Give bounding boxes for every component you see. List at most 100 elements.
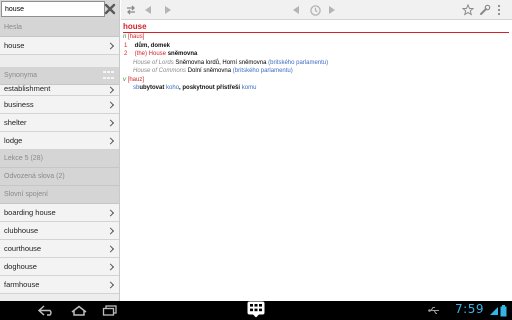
sense-line: 1 dům, domek bbox=[123, 42, 511, 51]
noun-header: n [haus] bbox=[123, 33, 511, 42]
section-header-lekce[interactable]: Lekce 5 (28) bbox=[0, 150, 119, 168]
arrow-left-icon bbox=[293, 6, 299, 14]
list-item[interactable]: courthouse bbox=[0, 240, 119, 258]
phrase-czech: Dolní sněmovna bbox=[187, 68, 232, 74]
chevron-right-icon bbox=[106, 136, 115, 145]
system-navigation-bar: 7:59 bbox=[0, 301, 512, 320]
sense-number: 1 bbox=[124, 42, 128, 49]
arrow-left-icon bbox=[145, 6, 151, 14]
swap-icon bbox=[127, 5, 135, 15]
list-item-label: boarding house bbox=[4, 208, 56, 217]
toolbar bbox=[121, 0, 512, 20]
sense-number: 2 bbox=[124, 51, 128, 57]
list-item-label: doghouse bbox=[4, 262, 37, 271]
pronunciation: [hauz] bbox=[127, 76, 145, 83]
list-item-label: shelter bbox=[4, 118, 27, 127]
chevron-right-icon bbox=[106, 262, 115, 271]
wifi-status bbox=[489, 303, 499, 318]
swap-direction-button[interactable] bbox=[125, 3, 137, 17]
list-item[interactable]: shelter bbox=[0, 114, 119, 132]
list-item[interactable]: farmhouse bbox=[0, 276, 119, 294]
translation: , poskytnout přístřeší bbox=[179, 85, 241, 91]
list-item-label: courthouse bbox=[4, 244, 42, 253]
usb-icon bbox=[428, 306, 439, 315]
arrow-right-icon bbox=[165, 6, 171, 14]
part-of-speech: v bbox=[123, 76, 126, 83]
battery-icon bbox=[500, 304, 507, 316]
search-bar bbox=[0, 0, 119, 19]
sense-line: sbubytovat koho, poskytnout přístřeší ko… bbox=[123, 84, 511, 93]
chevron-right-icon bbox=[106, 41, 115, 50]
battery-status bbox=[500, 303, 507, 318]
arrow-right-icon bbox=[329, 6, 335, 14]
back-arrow-icon bbox=[38, 305, 52, 316]
home-nav-button[interactable] bbox=[70, 303, 88, 318]
section-header-odvozena[interactable]: Odvozená slova (2) bbox=[0, 168, 119, 186]
translation: sněmovna bbox=[167, 51, 198, 57]
list-item[interactable]: doghouse bbox=[0, 258, 119, 276]
entry-headword: house bbox=[123, 21, 509, 33]
list-item[interactable]: establishment bbox=[0, 84, 119, 96]
list-item-label: house bbox=[4, 41, 25, 50]
wifi-icon bbox=[490, 307, 498, 315]
clear-search-button[interactable] bbox=[103, 1, 117, 17]
chevron-right-icon bbox=[106, 86, 115, 94]
phrase-english: House of Commons bbox=[133, 68, 187, 74]
back-nav-button[interactable] bbox=[38, 303, 56, 318]
part-of-speech: n bbox=[123, 34, 127, 40]
list-item-label: lodge bbox=[4, 136, 23, 145]
dictionary-entry: house n [haus] 1 dům, domek 2 (the) Hous… bbox=[123, 21, 511, 301]
home-icon bbox=[71, 305, 87, 316]
list-item[interactable]: lodge bbox=[0, 132, 119, 150]
wrench-icon bbox=[480, 4, 491, 15]
favorite-button[interactable] bbox=[462, 3, 474, 17]
phrase-note: (britského parlamentu) bbox=[232, 68, 293, 74]
grid-view-icon[interactable] bbox=[103, 71, 115, 81]
phrase-note: (britského parlamentu) bbox=[268, 59, 329, 66]
chevron-right-icon bbox=[106, 244, 115, 253]
chevron-right-icon bbox=[106, 118, 115, 127]
chevron-right-icon bbox=[106, 226, 115, 235]
section-header-slovni: Slovní spojení bbox=[0, 186, 119, 204]
list-item[interactable]: business bbox=[0, 96, 119, 114]
apps-grid-icon bbox=[247, 301, 265, 318]
chevron-right-icon bbox=[106, 208, 115, 217]
history-forward-button[interactable] bbox=[329, 3, 335, 17]
close-icon bbox=[104, 3, 116, 15]
section-header-label: Synonyma bbox=[4, 72, 38, 79]
list-item[interactable]: house bbox=[0, 37, 119, 55]
sense-prefix: (the) House bbox=[134, 51, 167, 57]
app-drawer-button[interactable] bbox=[247, 301, 265, 318]
section-header-synonyma: Synonyma bbox=[0, 67, 119, 85]
chevron-right-icon bbox=[106, 100, 115, 109]
recent-apps-icon bbox=[102, 305, 117, 316]
translation: dům, domek bbox=[134, 42, 171, 49]
status-clock: 7:59 bbox=[455, 302, 484, 316]
section-header-hesla: Hesla bbox=[0, 19, 119, 37]
chevron-right-icon bbox=[106, 280, 115, 289]
list-item[interactable]: boarding house bbox=[0, 204, 119, 222]
settings-button[interactable] bbox=[479, 3, 491, 17]
forward-button[interactable] bbox=[165, 3, 171, 17]
search-input[interactable] bbox=[1, 1, 105, 17]
phrase-line: House of Lords Sněmovna lordů, Horní sně… bbox=[123, 59, 511, 68]
history-button[interactable] bbox=[309, 3, 322, 17]
menu-button[interactable] bbox=[496, 3, 502, 17]
list-item-label: business bbox=[4, 100, 34, 109]
left-panel: Hesla house Synonyma establishment busin… bbox=[0, 0, 120, 301]
list-item-label: establishment bbox=[4, 84, 51, 93]
history-back-button[interactable] bbox=[293, 3, 299, 17]
translation: ubytovat bbox=[139, 85, 165, 91]
history-icon bbox=[310, 4, 321, 16]
list-item[interactable]: clubhouse bbox=[0, 222, 119, 240]
phrase-czech: Sněmovna lordů, Horní sněmovna bbox=[175, 59, 267, 66]
recent-apps-nav-button[interactable] bbox=[102, 303, 118, 318]
verb-header: v [hauz] bbox=[123, 76, 511, 85]
phrase-line: House of Commons Dolní sněmovna (britské… bbox=[123, 67, 511, 76]
pronunciation: [haus] bbox=[128, 34, 145, 40]
back-button[interactable] bbox=[145, 3, 151, 17]
list-item-label: farmhouse bbox=[4, 280, 40, 289]
object-hint: komu bbox=[241, 85, 257, 91]
object-hint: koho bbox=[166, 85, 180, 91]
usb-status bbox=[428, 303, 440, 318]
